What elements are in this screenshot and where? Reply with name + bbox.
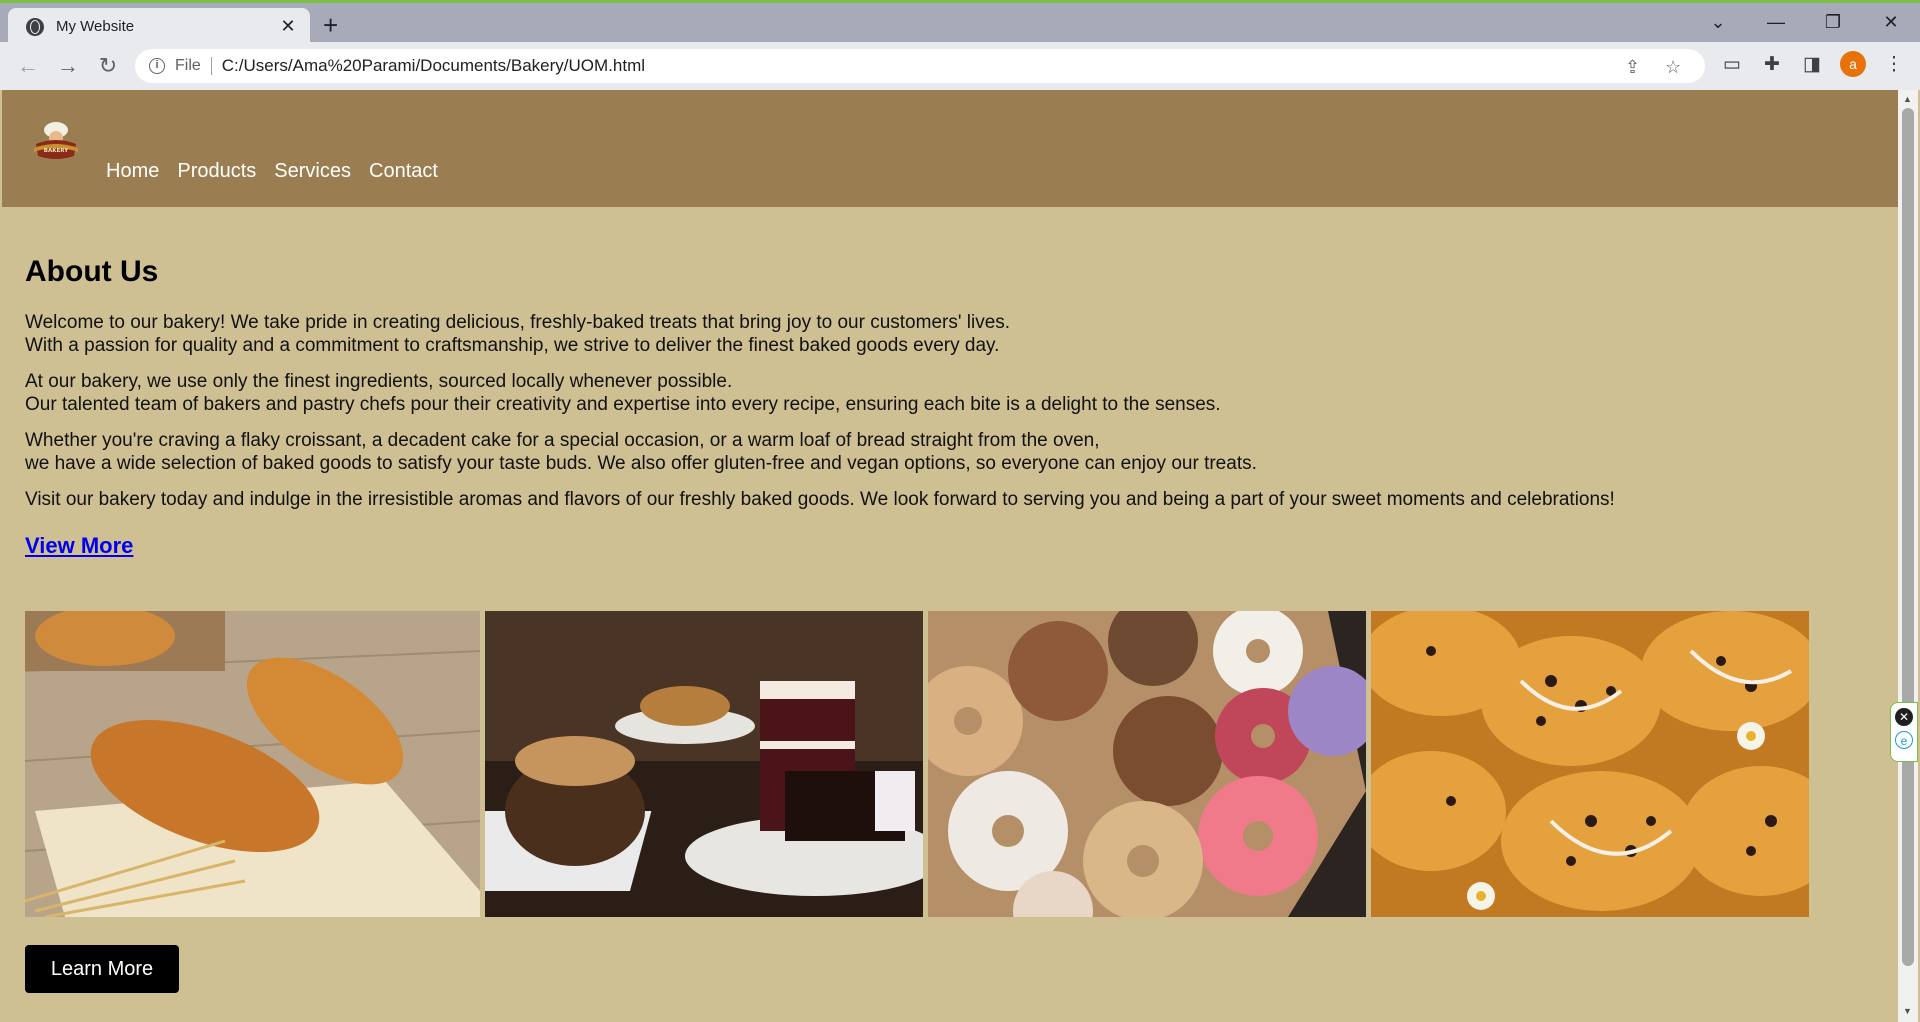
close-circle-icon[interactable]: ✕: [1895, 708, 1913, 726]
share-icon[interactable]: ⇪: [1625, 57, 1640, 78]
main-nav: Home Products Services Contact: [106, 160, 438, 183]
about-paragraph-1: Welcome to our bakery! We take pride in …: [25, 311, 1875, 357]
browser-toolbar: ← → ↻ i File C:/Users/Ama%20Parami/Docum…: [0, 42, 1920, 90]
tab-search-icon[interactable]: ⌄: [1703, 7, 1733, 37]
paragraph-line: Whether you're craving a flaky croissant…: [25, 430, 1100, 451]
side-panel-icon[interactable]: ◨: [1798, 53, 1826, 76]
nav-products[interactable]: Products: [177, 160, 256, 183]
nav-services[interactable]: Services: [274, 160, 351, 183]
svg-text:BAKERY: BAKERY: [44, 148, 69, 154]
new-tab-button[interactable]: +: [323, 8, 338, 42]
extensions-icon[interactable]: ✚: [1758, 53, 1786, 76]
back-button[interactable]: ←: [12, 50, 44, 82]
paragraph-line: Visit our bakery today and indulge in th…: [25, 489, 1615, 510]
close-tab-icon[interactable]: ✕: [278, 16, 298, 37]
scroll-up-icon[interactable]: ▲: [1903, 94, 1912, 104]
reload-button[interactable]: ↻: [92, 50, 124, 82]
extension-side-widget[interactable]: ✕ e: [1890, 702, 1918, 762]
browser-titlebar: My Website ✕ + ⌄ — ❐ ✕: [0, 0, 1920, 45]
about-paragraph-2: At our bakery, we use only the finest in…: [25, 370, 1875, 416]
globe-icon: [26, 17, 44, 36]
file-label: File: [175, 57, 201, 74]
paragraph-line: Our talented team of bakers and pastry c…: [25, 394, 1221, 415]
extension-e-icon[interactable]: e: [1895, 731, 1913, 749]
address-bar[interactable]: i File C:/Users/Ama%20Parami/Documents/B…: [135, 49, 1705, 83]
croissants-image: [25, 611, 480, 917]
bookmark-star-icon[interactable]: ☆: [1665, 57, 1681, 78]
paragraph-line: we have a wide selection of baked goods …: [25, 453, 1257, 474]
restore-button[interactable]: ❐: [1818, 7, 1848, 37]
divider: [210, 57, 212, 75]
webpage: BAKERY Home Products Services Contact Ab…: [2, 90, 1898, 1022]
page-scrollbar[interactable]: ▲ ▼: [1898, 90, 1918, 1022]
nav-home[interactable]: Home: [106, 160, 159, 183]
info-icon[interactable]: i: [149, 58, 165, 74]
product-gallery: [25, 611, 1809, 917]
browser-tab[interactable]: My Website ✕: [8, 8, 310, 45]
view-more-link[interactable]: View More: [25, 533, 133, 559]
scroll-thumb[interactable]: [1902, 108, 1914, 966]
menu-kebab-icon[interactable]: ⋮: [1880, 53, 1908, 76]
about-section: About Us Welcome to our bakery! We take …: [2, 255, 1898, 559]
about-heading: About Us: [25, 255, 159, 288]
tab-title: My Website: [56, 18, 135, 35]
minimize-button[interactable]: —: [1761, 7, 1791, 37]
profile-avatar[interactable]: a: [1840, 51, 1866, 77]
close-window-button[interactable]: ✕: [1876, 7, 1906, 37]
site-header: BAKERY Home Products Services Contact: [2, 90, 1898, 207]
url-text[interactable]: C:/Users/Ama%20Parami/Documents/Bakery/U…: [222, 56, 645, 76]
learn-more-button[interactable]: Learn More: [25, 945, 179, 993]
about-paragraph-4: Visit our bakery today and indulge in th…: [25, 488, 1875, 511]
reading-mode-icon[interactable]: ▭: [1718, 53, 1746, 76]
paragraph-line: Welcome to our bakery! We take pride in …: [25, 312, 1011, 333]
cakes-image: [485, 611, 923, 917]
pastries-image: [1371, 611, 1809, 917]
forward-button[interactable]: →: [52, 50, 84, 82]
about-paragraph-3: Whether you're craving a flaky croissant…: [25, 429, 1875, 475]
donuts-image: [928, 611, 1366, 917]
scroll-down-icon[interactable]: ▼: [1903, 1006, 1912, 1016]
paragraph-line: With a passion for quality and a commitm…: [25, 335, 1000, 356]
paragraph-line: At our bakery, we use only the finest in…: [25, 371, 733, 392]
bakery-logo[interactable]: BAKERY: [30, 118, 82, 164]
nav-contact[interactable]: Contact: [369, 160, 438, 183]
